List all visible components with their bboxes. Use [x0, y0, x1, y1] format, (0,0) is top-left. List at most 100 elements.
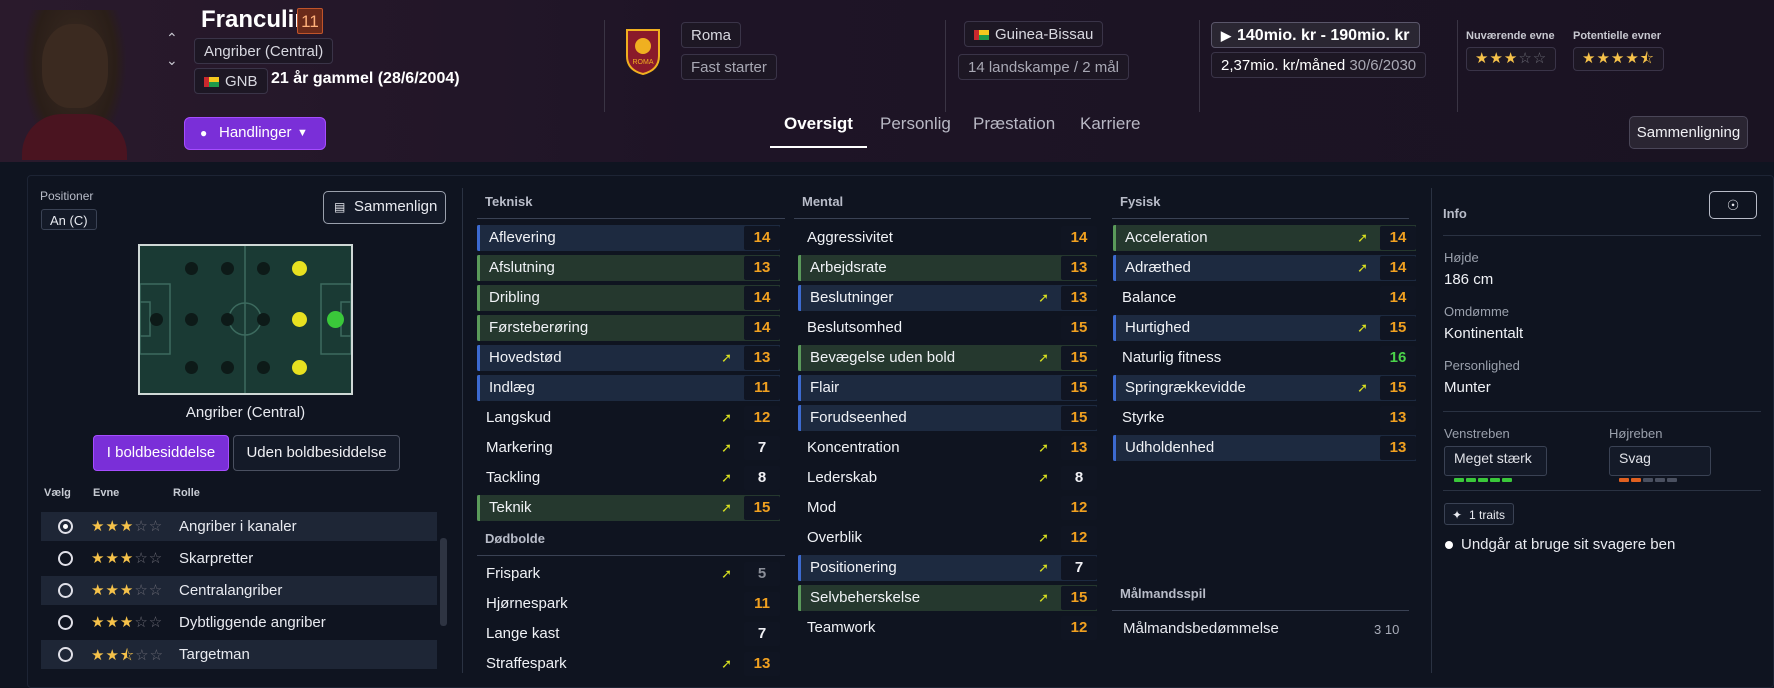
attribute-row[interactable]: Forudseenhed 15	[798, 405, 1097, 431]
attribute-row[interactable]: Selvbeherskelse ➚ 15	[798, 585, 1097, 611]
attribute-row[interactable]: Balance 14	[1113, 285, 1416, 311]
tab-performance[interactable]: Præstation	[973, 114, 1055, 134]
tab-personal[interactable]: Personlig	[880, 114, 951, 134]
attribute-row[interactable]: Positionering ➚ 7	[798, 555, 1097, 581]
attribute-row[interactable]: Teamwork 12	[798, 615, 1097, 641]
attribute-row[interactable]: Overblik ➚ 12	[798, 525, 1097, 551]
compare-icon: ▤	[334, 200, 346, 214]
technical-title: Teknisk	[485, 194, 533, 209]
attribute-row[interactable]: Beslutsomhed 15	[798, 315, 1097, 341]
next-player-icon[interactable]: ⌄	[166, 52, 178, 69]
training-arrow-icon: ➚	[721, 500, 732, 515]
attribute-row[interactable]: Frispark ➚ 5	[477, 561, 780, 587]
attribute-row[interactable]: Naturlig fitness 16	[1113, 345, 1416, 371]
role-radio[interactable]	[58, 583, 73, 598]
attribute-row[interactable]: Lederskab ➚ 8	[798, 465, 1097, 491]
attribute-name: Naturlig fitness	[1122, 349, 1222, 366]
attribute-row[interactable]: Bevægelse uden bold ➚ 15	[798, 345, 1097, 371]
position-dot-good	[292, 360, 307, 375]
attribute-name: Hurtighed	[1113, 315, 1374, 341]
attribute-name: Udholdenhed	[1113, 435, 1374, 461]
attribute-row[interactable]: Adræthed ➚ 14	[1113, 255, 1416, 281]
role-row[interactable]: ★★★☆☆ Dybtliggende angriber	[41, 608, 437, 637]
personality-icon-button[interactable]: ☉	[1709, 191, 1757, 219]
compare-positions-label: Sammenlign	[354, 198, 438, 215]
attribute-value: 14	[1380, 226, 1416, 250]
attribute-row[interactable]: Hovedstød ➚ 13	[477, 345, 780, 371]
attribute-name: Springrækkevidde	[1113, 375, 1374, 401]
previous-player-icon[interactable]: ⌃	[166, 30, 178, 47]
in-possession-toggle[interactable]: I boldbesiddelse	[93, 435, 229, 471]
role-row[interactable]: ★★★☆☆ Skarpretter	[41, 544, 437, 573]
attribute-row[interactable]: Hurtighed ➚ 15	[1113, 315, 1416, 341]
reputation-value: Kontinentalt	[1444, 325, 1524, 342]
role-radio[interactable]	[58, 647, 73, 662]
club-pill[interactable]: Roma	[681, 22, 742, 48]
trait-bullet	[1445, 541, 1453, 549]
caps-pill: 14 landskampe / 2 mål	[958, 54, 1129, 80]
meter-segment	[1454, 478, 1464, 482]
role-radio[interactable]	[58, 615, 73, 630]
role-row[interactable]: ★★★☆☆ Angriber i kanaler	[41, 512, 437, 541]
position-dot	[150, 313, 163, 326]
training-arrow-icon: ➚	[721, 470, 732, 485]
attribute-row[interactable]: Hjørnespark 11	[477, 591, 780, 617]
tab-career[interactable]: Karriere	[1080, 114, 1140, 134]
divider	[1443, 235, 1761, 236]
nationality-pill[interactable]: Guinea-Bissau	[964, 21, 1104, 47]
potential-ability-label: Potentielle evner	[1573, 30, 1662, 42]
training-arrow-icon: ➚	[1038, 290, 1049, 305]
role-list-scrollbar[interactable]	[440, 538, 447, 626]
attribute-row[interactable]: Koncentration ➚ 13	[798, 435, 1097, 461]
attribute-name: Indlæg	[477, 375, 738, 401]
attribute-row[interactable]: Acceleration ➚ 14	[1113, 225, 1416, 251]
attribute-row[interactable]: Styrke 13	[1113, 405, 1416, 431]
attribute-row[interactable]: Beslutninger ➚ 13	[798, 285, 1097, 311]
attribute-value: 15	[1061, 406, 1097, 430]
out-of-possession-toggle[interactable]: Uden boldbesiddelse	[233, 435, 400, 471]
left-foot-label: Venstreben	[1444, 426, 1510, 441]
attribute-row[interactable]: Teknik ➚ 15	[477, 495, 780, 521]
attribute-row[interactable]: Afslutning 13	[477, 255, 780, 281]
person-circle-icon: ☉	[1726, 197, 1740, 213]
attribute-value: 13	[1380, 436, 1416, 460]
compare-button[interactable]: Sammenligning	[1629, 116, 1748, 149]
compare-positions-button[interactable]: ▤ Sammenlign	[323, 191, 446, 224]
role-row[interactable]: ★★⯪☆☆ Targetman	[41, 640, 437, 669]
training-arrow-icon: ➚	[1038, 350, 1049, 365]
attribute-row[interactable]: Dribling 14	[477, 285, 780, 311]
current-ability-label: Nuværende evne	[1466, 30, 1555, 42]
role-radio[interactable]	[58, 519, 73, 534]
attribute-row[interactable]: Springrækkevidde ➚ 15	[1113, 375, 1416, 401]
attribute-name: Adræthed	[1113, 255, 1374, 281]
attribute-row[interactable]: Mod 12	[798, 495, 1097, 521]
attribute-row[interactable]: Førsteberøring 14	[477, 315, 780, 341]
attribute-row[interactable]: Aflevering 14	[477, 225, 780, 251]
attribute-value: 13	[1061, 256, 1097, 280]
role-name: Skarpretter	[179, 550, 254, 567]
traits-pill[interactable]: ✦ 1 traits	[1444, 503, 1515, 525]
attribute-name: Beslutsomhed	[807, 319, 903, 336]
attribute-value: 15	[744, 496, 780, 520]
attribute-row[interactable]: Indlæg 11	[477, 375, 780, 401]
attribute-row[interactable]: Straffespark ➚ 13	[477, 651, 780, 677]
right-foot-pill: Svag	[1609, 446, 1711, 482]
attribute-row[interactable]: Tackling ➚ 8	[477, 465, 780, 491]
attribute-row[interactable]: Flair 15	[798, 375, 1097, 401]
attribute-row[interactable]: Arbejdsrate 13	[798, 255, 1097, 281]
attribute-row[interactable]: Udholdenhed 13	[1113, 435, 1416, 461]
tab-overview[interactable]: Oversigt	[784, 114, 853, 134]
attribute-row[interactable]: Markering ➚ 7	[477, 435, 780, 461]
attribute-row[interactable]: Lange kast 7	[477, 621, 780, 647]
role-radio[interactable]	[58, 551, 73, 566]
attribute-row[interactable]: Langskud ➚ 12	[477, 405, 780, 431]
attribute-value: 14	[744, 286, 780, 310]
attribute-value: 13	[744, 256, 780, 280]
meter-segment	[1655, 478, 1665, 482]
attribute-row[interactable]: Aggressivitet 14	[798, 225, 1097, 251]
star-rating-icon: ★★★☆☆	[91, 550, 164, 567]
role-row[interactable]: ★★★☆☆ Centralangriber	[41, 576, 437, 605]
attribute-value: 12	[1061, 526, 1097, 550]
physical-title: Fysisk	[1120, 194, 1161, 209]
attribute-name: Flair	[798, 375, 1055, 401]
